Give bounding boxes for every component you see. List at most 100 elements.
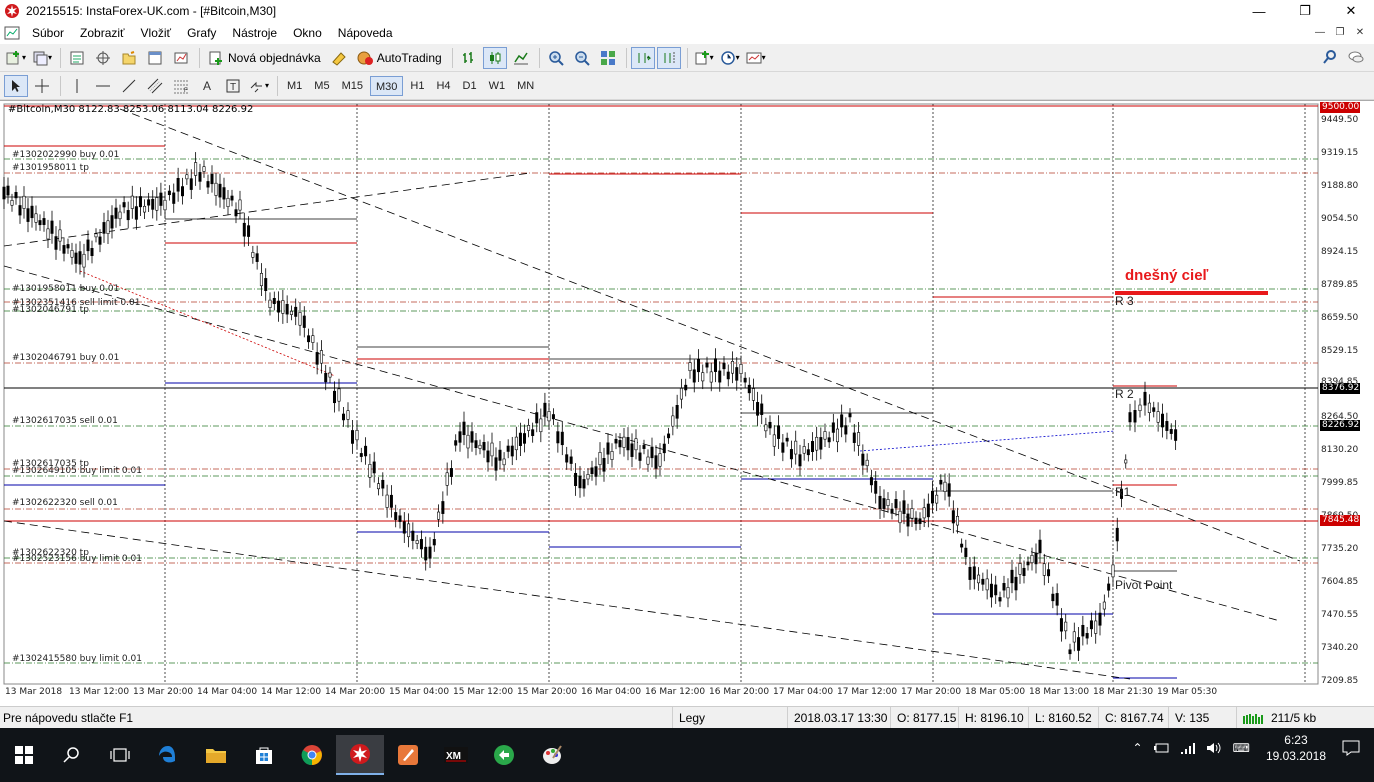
target-annotation[interactable]: dnešný cieľ	[1125, 267, 1208, 284]
new-chart-button[interactable]: ▾	[4, 47, 28, 69]
tile-windows-button[interactable]	[596, 47, 620, 69]
auto-scroll-button[interactable]	[630, 46, 655, 69]
order-label[interactable]: #1302046791 buy 0.01	[12, 353, 119, 363]
network-icon[interactable]	[1180, 741, 1196, 755]
keyboard-layout-icon[interactable]: ⌨	[1233, 741, 1250, 755]
horizontal-line-button[interactable]	[91, 75, 115, 97]
timeframe-h4[interactable]: H4	[431, 76, 455, 96]
bar-chart-button[interactable]	[457, 47, 481, 69]
order-label[interactable]: #1302617035 sell 0.01	[12, 416, 118, 426]
chart-canvas[interactable]	[0, 101, 1374, 707]
menu-tools[interactable]: Nástroje	[224, 22, 285, 44]
menu-window[interactable]: Okno	[285, 22, 330, 44]
menu-file[interactable]: Súbor	[24, 22, 72, 44]
explorer-taskbar-button[interactable]	[192, 735, 240, 775]
search-taskbar-button[interactable]	[48, 735, 96, 775]
connection-status[interactable]: 211/5 kb	[1236, 706, 1366, 729]
new-order-button[interactable]: Nová objednávka	[204, 47, 325, 69]
order-label[interactable]: #1302415580 buy limit 0.01	[12, 654, 142, 664]
minimize-button[interactable]: —	[1236, 0, 1282, 22]
price-chart[interactable]: #Bitcoin,M30 8122.83 8253.06 8113.04 822…	[0, 100, 1374, 706]
profiles-button[interactable]: ▾	[30, 47, 54, 69]
text-label-button[interactable]: T	[221, 75, 245, 97]
order-label[interactable]: #1301958011 tp	[12, 163, 89, 173]
arrows-button[interactable]: ▾	[247, 75, 271, 97]
timeframe-m30[interactable]: M30	[369, 75, 404, 96]
templates-button[interactable]: ▾	[744, 47, 768, 69]
candle-body	[1010, 569, 1014, 584]
order-label[interactable]: #1302022990 buy 0.01	[12, 150, 119, 160]
order-label[interactable]: #1302523156 buy limit 0.01	[12, 554, 142, 564]
mdi-close-button[interactable]: ✕	[1352, 25, 1368, 41]
clock[interactable]: 6:23 19.03.2018	[1266, 732, 1326, 764]
navigator-button[interactable]	[117, 47, 141, 69]
candle-body	[302, 315, 306, 328]
fibonacci-button[interactable]: F	[169, 75, 193, 97]
paint-taskbar-button[interactable]	[528, 735, 576, 775]
zoom-out-button[interactable]	[570, 47, 594, 69]
timeframe-h1[interactable]: H1	[405, 76, 429, 96]
menu-insert[interactable]: Vložiť	[133, 22, 180, 44]
chart-window-icon[interactable]	[4, 25, 20, 41]
indicators-button[interactable]: ▾	[692, 47, 716, 69]
candle-body	[675, 405, 679, 419]
equidistant-channel-button[interactable]	[143, 75, 167, 97]
crosshair-button[interactable]	[30, 75, 54, 97]
candle-body	[535, 412, 539, 424]
candle-body	[1107, 583, 1111, 591]
text-label-icon: T	[226, 79, 240, 93]
chart-shift-button[interactable]	[656, 46, 681, 69]
mdi-minimize-button[interactable]: —	[1312, 25, 1328, 41]
order-label[interactable]: #1301958011 buy 0.01	[12, 284, 119, 294]
order-label[interactable]: #1302046791 tp	[12, 305, 89, 315]
chat-icon[interactable]	[1348, 49, 1364, 65]
tray-expand-icon[interactable]: ⌃	[1133, 741, 1143, 755]
periods-button[interactable]: ▾	[718, 47, 742, 69]
app-green-taskbar-button[interactable]	[480, 735, 528, 775]
notifications-icon[interactable]	[1342, 740, 1360, 756]
timeframe-m15[interactable]: M15	[337, 76, 368, 96]
rocket-icon	[398, 745, 418, 765]
search-icon[interactable]	[1322, 49, 1338, 65]
cursor-button[interactable]	[4, 74, 28, 97]
timeframe-m1[interactable]: M1	[282, 76, 307, 96]
candle-body	[126, 210, 130, 221]
mt4-taskbar-button[interactable]	[384, 735, 432, 775]
menu-help[interactable]: Nápoveda	[330, 22, 401, 44]
terminal-button[interactable]	[143, 47, 167, 69]
text-button[interactable]: A	[195, 75, 219, 97]
maximize-button[interactable]: ❐	[1282, 0, 1328, 22]
order-label[interactable]: #1302622320 sell 0.01	[12, 498, 118, 508]
timeframe-w1[interactable]: W1	[484, 76, 511, 96]
close-button[interactable]: ✕	[1328, 0, 1374, 22]
store-taskbar-button[interactable]	[240, 735, 288, 775]
profile-name[interactable]: Legy	[672, 706, 787, 729]
autotrading-button[interactable]: AutoTrading	[353, 47, 446, 69]
candlestick-button[interactable]	[482, 46, 507, 69]
data-window-button[interactable]	[91, 47, 115, 69]
start-button[interactable]	[0, 735, 48, 775]
zoom-in-button[interactable]	[544, 47, 568, 69]
task-view-button[interactable]	[96, 735, 144, 775]
candle-body	[898, 510, 902, 524]
instaforex-taskbar-button[interactable]	[336, 735, 384, 775]
line-chart-button[interactable]	[509, 47, 533, 69]
trendline-button[interactable]	[117, 75, 141, 97]
volume-icon[interactable]	[1206, 741, 1222, 755]
timeframe-m5[interactable]: M5	[309, 76, 334, 96]
mdi-restore-button[interactable]: ❐	[1332, 25, 1348, 41]
edge-taskbar-button[interactable]	[144, 735, 192, 775]
timeframe-d1[interactable]: D1	[458, 76, 482, 96]
battery-icon[interactable]	[1153, 741, 1170, 755]
xm-taskbar-button[interactable]: XM	[432, 735, 480, 775]
market-watch-button[interactable]	[65, 47, 89, 69]
menu-charts[interactable]: Grafy	[179, 22, 224, 44]
vertical-line-button[interactable]	[65, 75, 89, 97]
chrome-taskbar-button[interactable]	[288, 735, 336, 775]
menu-view[interactable]: Zobraziť	[72, 22, 133, 44]
metaeditor-button[interactable]	[327, 47, 351, 69]
tester-button[interactable]	[169, 47, 193, 69]
candle-body	[411, 530, 415, 541]
order-label[interactable]: #1302649105 buy limit 0.01	[12, 466, 142, 476]
timeframe-mn[interactable]: MN	[512, 76, 539, 96]
